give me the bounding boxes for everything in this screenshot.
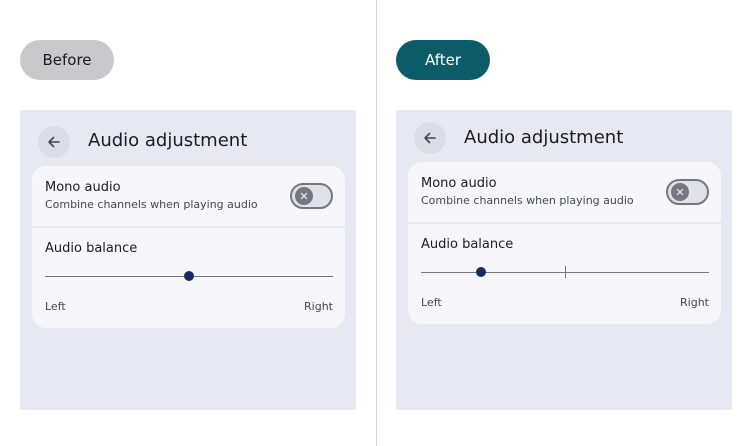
mono-audio-subtitle: Combine channels when playing audio — [421, 194, 634, 207]
balance-slider-thumb[interactable] — [184, 271, 194, 281]
audio-balance-title: Audio balance — [421, 237, 514, 252]
comparison-divider — [376, 0, 377, 446]
mono-audio-title: Mono audio — [421, 176, 497, 191]
arrow-left-icon — [424, 132, 436, 144]
toggle-knob — [295, 187, 313, 205]
before-screen: Audio adjustment Mono audio Combine chan… — [20, 110, 356, 410]
balance-slider-thumb[interactable] — [476, 267, 487, 277]
mono-audio-row[interactable]: Mono audio Combine channels when playing… — [408, 162, 721, 222]
audio-balance-title: Audio balance — [45, 241, 138, 256]
page-title: Audio adjustment — [464, 127, 624, 148]
toggle-knob — [671, 183, 689, 201]
balance-left-label: Left — [421, 296, 442, 309]
mono-audio-toggle[interactable] — [666, 179, 709, 205]
mono-audio-toggle[interactable] — [290, 183, 333, 209]
page-title: Audio adjustment — [88, 130, 248, 151]
mono-audio-title: Mono audio — [45, 180, 121, 195]
arrow-left-icon — [48, 136, 60, 148]
settings-card: Mono audio Combine channels when playing… — [32, 166, 345, 328]
after-label: After — [396, 40, 490, 80]
back-button[interactable] — [38, 126, 70, 158]
settings-card: Mono audio Combine channels when playing… — [408, 162, 721, 324]
before-label: Before — [20, 40, 114, 80]
row-divider — [32, 226, 345, 228]
mono-audio-subtitle: Combine channels when playing audio — [45, 198, 258, 211]
back-button[interactable] — [414, 122, 446, 154]
balance-right-label: Right — [680, 296, 709, 309]
balance-right-label: Right — [304, 300, 333, 313]
close-icon — [676, 188, 684, 196]
balance-center-tick — [565, 266, 566, 278]
row-divider — [408, 222, 721, 224]
balance-left-label: Left — [45, 300, 66, 313]
after-screen: Audio adjustment Mono audio Combine chan… — [396, 110, 732, 410]
close-icon — [300, 192, 308, 200]
mono-audio-row[interactable]: Mono audio Combine channels when playing… — [32, 166, 345, 226]
